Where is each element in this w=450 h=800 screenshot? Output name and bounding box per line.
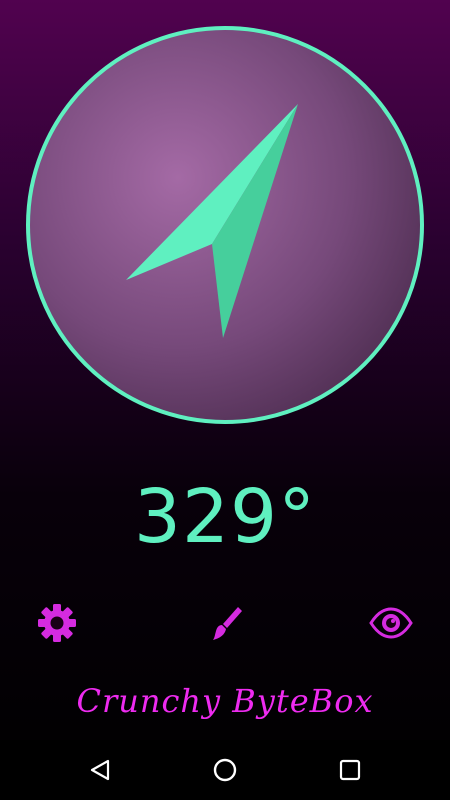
recents-square-icon [339,759,361,781]
brand-logo-text: Crunchy ByteBox [76,682,374,720]
nav-back-button[interactable] [80,750,120,790]
brush-icon [213,607,242,640]
back-triangle-icon [90,759,110,781]
settings-button[interactable] [32,598,82,648]
heading-readout: 329° [133,474,317,560]
home-circle-icon [213,758,237,782]
compass-dial [24,24,426,426]
android-nav-bar [0,740,450,800]
theme-brush-button[interactable] [200,598,250,648]
toolbar [0,598,450,648]
nav-home-button[interactable] [205,750,245,790]
nav-recents-button[interactable] [330,750,370,790]
eye-icon [369,607,413,639]
gear-icon [38,604,76,642]
visibility-eye-button[interactable] [366,598,416,648]
